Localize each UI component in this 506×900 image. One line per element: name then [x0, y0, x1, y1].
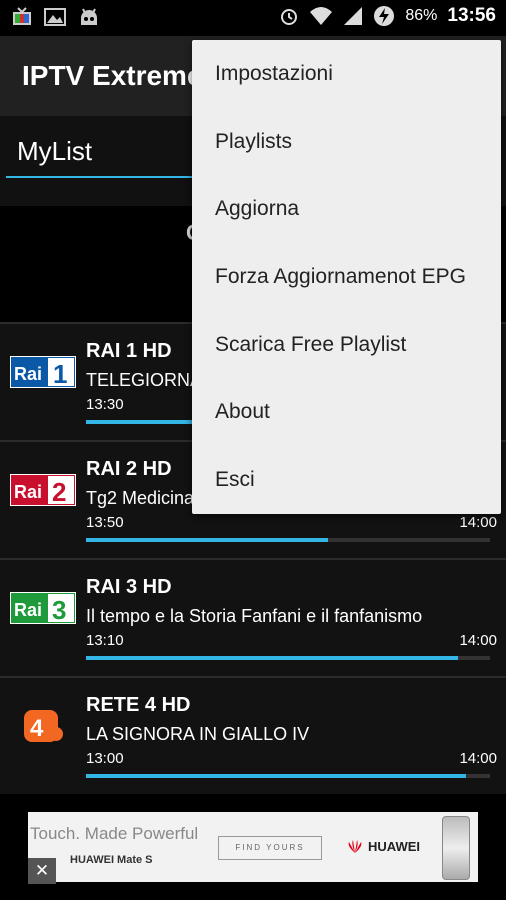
signal-icon: [344, 7, 363, 25]
menu-item-forza-aggiornamento-epg[interactable]: Forza Aggiornamenot EPG: [192, 243, 501, 311]
start-time: 13:10: [86, 632, 124, 649]
svg-text:3: 3: [52, 595, 66, 625]
ad-brand-label: HUAWEI: [368, 839, 420, 854]
channel-name: RETE 4 HD: [86, 694, 191, 716]
menu-item-playlists[interactable]: Playlists: [192, 108, 501, 176]
battery-percent: 86%: [405, 7, 438, 24]
app-title: IPTV Extreme: [22, 60, 203, 91]
rai2-logo: Rai 2: [10, 474, 76, 507]
progress-fill: [86, 774, 466, 778]
clock: 13:56: [447, 5, 496, 26]
channel-name: RAI 2 HD: [86, 458, 172, 480]
tab-mylist[interactable]: MyList: [17, 136, 92, 167]
svg-text:4: 4: [30, 715, 44, 742]
wifi-icon: [310, 7, 333, 25]
tv-icon: [13, 7, 31, 25]
overflow-menu: Impostazioni Playlists Aggiorna Forza Ag…: [192, 40, 501, 514]
end-time: 14:00: [459, 632, 497, 649]
battery-charging-icon: [374, 6, 395, 26]
android-icon: [81, 8, 97, 25]
channel-row[interactable]: 4 RETE 4 HD LA SIGNORA IN GIALLO IV 13:0…: [0, 676, 506, 794]
channel-name: RAI 3 HD: [86, 576, 172, 598]
progress-bar: [86, 656, 490, 660]
ad-brand: HUAWEI: [346, 839, 420, 854]
alarm-icon: [281, 9, 298, 25]
rete4-logo: 4: [24, 710, 63, 742]
channel-name: RAI 1 HD: [86, 340, 172, 362]
menu-item-scarica-free-playlist[interactable]: Scarica Free Playlist: [192, 311, 501, 379]
huawei-logo-icon: [348, 839, 362, 853]
menu-item-aggiorna[interactable]: Aggiorna: [192, 175, 501, 243]
menu-item-esci[interactable]: Esci: [192, 446, 501, 514]
tab-indicator: [6, 176, 206, 178]
end-time: 14:00: [459, 514, 497, 531]
ad-headline: Touch. Made Powerful: [30, 824, 199, 843]
start-time: 13:00: [86, 750, 124, 767]
program-title: LA SIGNORA IN GIALLO IV: [86, 724, 310, 744]
svg-text:Rai: Rai: [14, 364, 42, 384]
progress-fill: [86, 538, 329, 542]
end-time: 14:00: [459, 750, 497, 767]
svg-text:Rai: Rai: [14, 482, 42, 502]
menu-item-about[interactable]: About: [192, 378, 501, 446]
program-title: Il tempo e la Storia Fanfani e il fanfan…: [86, 606, 423, 626]
start-time: 13:30: [86, 396, 124, 413]
progress-fill: [86, 656, 458, 660]
svg-text:Rai: Rai: [14, 600, 42, 620]
progress-bar: [86, 538, 490, 542]
ad-close-button[interactable]: ✕: [28, 858, 56, 884]
svg-text:2: 2: [52, 477, 66, 507]
image-icon: [44, 8, 66, 26]
progress-bar: [86, 774, 490, 778]
channel-row[interactable]: Rai 3 RAI 3 HD Il tempo e la Storia Fanf…: [0, 558, 506, 676]
rai3-logo: Rai 3: [10, 592, 76, 625]
start-time: 13:50: [86, 514, 124, 531]
ad-model: HUAWEI Mate S: [70, 854, 153, 866]
ad-banner[interactable]: Touch. Made Powerful HUAWEI Mate S FIND …: [28, 812, 478, 882]
ad-cta-button[interactable]: FIND YOURS: [218, 836, 322, 860]
phone-image: [442, 816, 470, 880]
status-bar: 86% 13:56: [0, 0, 506, 36]
rai1-logo: Rai 1: [10, 356, 76, 389]
menu-item-impostazioni[interactable]: Impostazioni: [192, 40, 501, 108]
svg-text:1: 1: [53, 359, 67, 389]
